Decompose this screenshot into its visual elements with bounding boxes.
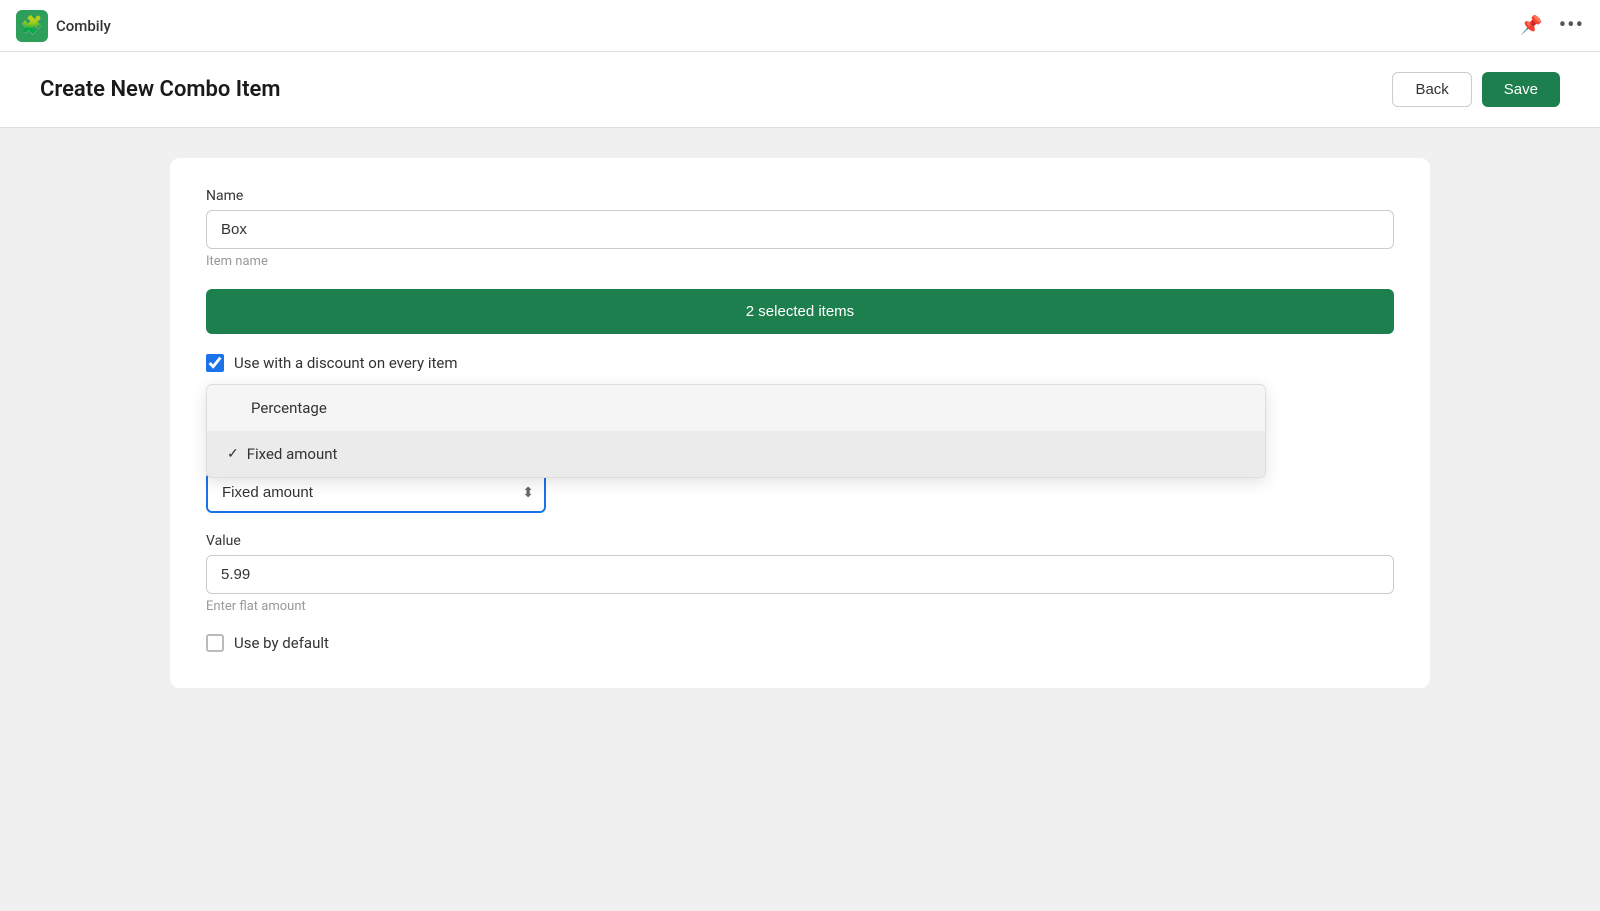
use-by-default-row: Use by default [206, 634, 1394, 652]
value-group: Value Enter flat amount [206, 533, 1394, 614]
form-card: Name Item name 2 selected items Use with… [170, 158, 1430, 688]
topbar: 🧩 Combily 📌 ••• [0, 0, 1600, 52]
app-logo: 🧩 [16, 10, 48, 42]
option-percentage[interactable]: Percentage [207, 385, 1265, 431]
discount-checkbox-label: Use with a discount on every item [234, 354, 458, 372]
selected-items-button[interactable]: 2 selected items [206, 289, 1394, 334]
name-label: Name [206, 188, 1394, 204]
value-label: Value [206, 533, 1394, 549]
discount-value-section: Percentage ✓ Fixed amount Percentage Fix… [206, 392, 1394, 513]
discount-checkbox[interactable] [206, 354, 224, 372]
main-content: Name Item name 2 selected items Use with… [0, 128, 1600, 911]
logo-icon: 🧩 [21, 15, 43, 36]
percentage-label: Percentage [251, 399, 327, 417]
name-input[interactable] [206, 210, 1394, 249]
value-input[interactable] [206, 555, 1394, 594]
more-options-icon[interactable]: ••• [1559, 13, 1584, 38]
topbar-left: 🧩 Combily [16, 10, 111, 42]
back-button[interactable]: Back [1392, 72, 1471, 107]
name-group: Name Item name [206, 188, 1394, 269]
save-button[interactable]: Save [1482, 72, 1560, 107]
pin-icon[interactable]: 📌 [1520, 15, 1542, 36]
use-by-default-checkbox[interactable] [206, 634, 224, 652]
discount-type-select[interactable]: Percentage Fixed amount [206, 472, 546, 513]
discount-checkbox-row: Use with a discount on every item [206, 354, 1394, 372]
dropdown-wrapper: Percentage Fixed amount ⬍ [206, 472, 546, 513]
page-header: Create New Combo Item Back Save [0, 52, 1600, 128]
fixed-amount-label: Fixed amount [247, 445, 338, 463]
value-hint: Enter flat amount [206, 599, 1394, 614]
option-fixed-amount[interactable]: ✓ Fixed amount [207, 431, 1265, 477]
header-actions: Back Save [1392, 72, 1560, 107]
fixed-checkmark: ✓ [227, 446, 239, 462]
name-hint: Item name [206, 254, 1394, 269]
use-by-default-label: Use by default [234, 634, 329, 652]
topbar-right: 📌 ••• [1520, 13, 1584, 38]
dropdown-popup: Percentage ✓ Fixed amount [206, 384, 1266, 478]
page-title: Create New Combo Item [40, 77, 280, 102]
app-name: Combily [56, 17, 111, 35]
